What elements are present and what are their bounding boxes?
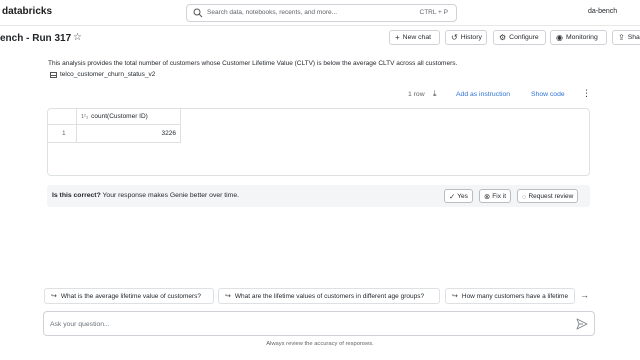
request-review-button[interactable]: ◌ Request review <box>517 189 579 203</box>
comment-icon: ◌ <box>522 191 527 201</box>
yes-label: Yes <box>457 192 468 200</box>
top-bar: databricks Search data, notebooks, recen… <box>0 0 640 26</box>
feedback-hint: Your response makes Genie better over ti… <box>102 192 240 199</box>
monitoring-label: Monitoring <box>565 34 598 41</box>
reply-arrow-icon: ↪ <box>51 293 57 300</box>
databricks-logo[interactable]: databricks <box>2 6 52 17</box>
feedback-prompt: Is this correct? Your response makes Gen… <box>52 192 239 199</box>
monitoring-button[interactable]: ◉ Monitoring <box>550 30 607 45</box>
global-search[interactable]: Search data, notebooks, recents, and mor… <box>186 4 457 22</box>
feedback-question: Is this correct? <box>52 192 101 199</box>
send-icon[interactable] <box>576 318 588 330</box>
history-button[interactable]: ↺ History <box>445 30 487 45</box>
column-divider <box>180 109 181 143</box>
table-link[interactable]: telco_customer_churn_status_v2 <box>50 71 155 78</box>
download-icon[interactable]: ⤓ <box>433 89 437 99</box>
check-circle-icon: ✓ <box>449 191 456 201</box>
more-options-icon[interactable]: ⋮ <box>582 88 591 99</box>
share-button[interactable]: ⇪ Sha <box>612 30 640 45</box>
arrow-right-icon[interactable]: → <box>580 290 589 300</box>
share-label: Sha <box>627 34 640 41</box>
question-input[interactable] <box>50 318 550 330</box>
star-icon[interactable]: ☆ <box>73 32 82 43</box>
new-chat-button[interactable]: + New chat <box>389 30 440 45</box>
question-composer <box>43 311 595 336</box>
table-cell[interactable]: 3226 <box>148 130 176 137</box>
monitoring-icon: ◉ <box>556 33 563 42</box>
suggestion-label: How many customers have a lifetime <box>461 292 569 300</box>
row-count: 1 row <box>408 91 425 98</box>
suggestion-chip[interactable]: ↪ How many customers have a lifetime <box>445 288 575 304</box>
row-index: 1 <box>62 130 66 137</box>
fix-it-label: Fix it <box>492 192 507 200</box>
search-shortcut: CTRL + P <box>419 9 448 16</box>
reply-arrow-icon: ↪ <box>452 293 458 300</box>
suggestion-chip[interactable]: ↪ What is the average lifetime value of … <box>44 288 214 304</box>
suggestion-chip[interactable]: ↪ What are the lifetime values of custom… <box>218 288 440 304</box>
show-code-link[interactable]: Show code <box>531 91 565 98</box>
column-divider <box>76 109 77 143</box>
reply-arrow-icon: ↪ <box>225 293 231 300</box>
x-circle-icon: ⊗ <box>484 191 491 201</box>
column-header-count[interactable]: 1²₃ count(Customer ID) <box>81 113 148 120</box>
history-icon: ↺ <box>451 33 458 42</box>
history-label: History <box>460 34 482 41</box>
numeric-type-icon: 1²₃ <box>81 113 89 120</box>
gear-icon: ⚙ <box>499 33 507 42</box>
configure-button[interactable]: ⚙ Configure <box>493 30 546 45</box>
new-chat-label: New chat <box>402 34 432 41</box>
share-icon: ⇪ <box>618 33 625 42</box>
user-menu[interactable]: da-bench <box>588 8 617 15</box>
search-icon <box>193 8 203 18</box>
configure-label: Configure <box>509 34 539 41</box>
table-name: telco_customer_churn_status_v2 <box>60 71 156 78</box>
row-divider <box>48 142 181 143</box>
disclaimer: Always review the accuracy of responses. <box>266 341 374 347</box>
column-header-label: count(Customer ID) <box>91 113 148 120</box>
result-table: 1²₃ count(Customer ID) 1 3226 <box>47 108 590 176</box>
request-review-label: Request review <box>528 192 574 200</box>
suggestion-label: What is the average lifetime value of cu… <box>60 292 202 300</box>
feedback-bar: Is this correct? Your response makes Gen… <box>47 185 590 207</box>
suggestion-label: What are the lifetime values of customer… <box>234 292 425 300</box>
yes-button[interactable]: ✓ Yes <box>444 189 473 203</box>
search-placeholder: Search data, notebooks, recents, and mor… <box>207 9 338 16</box>
answer-text: This analysis provides the total number … <box>48 60 458 67</box>
fix-it-button[interactable]: ⊗ Fix it <box>479 189 512 203</box>
page-title: ench - Run 317 <box>0 33 72 44</box>
add-as-instruction-link[interactable]: Add as instruction <box>456 91 510 98</box>
table-icon <box>50 71 57 78</box>
plus-icon: + <box>395 33 400 42</box>
